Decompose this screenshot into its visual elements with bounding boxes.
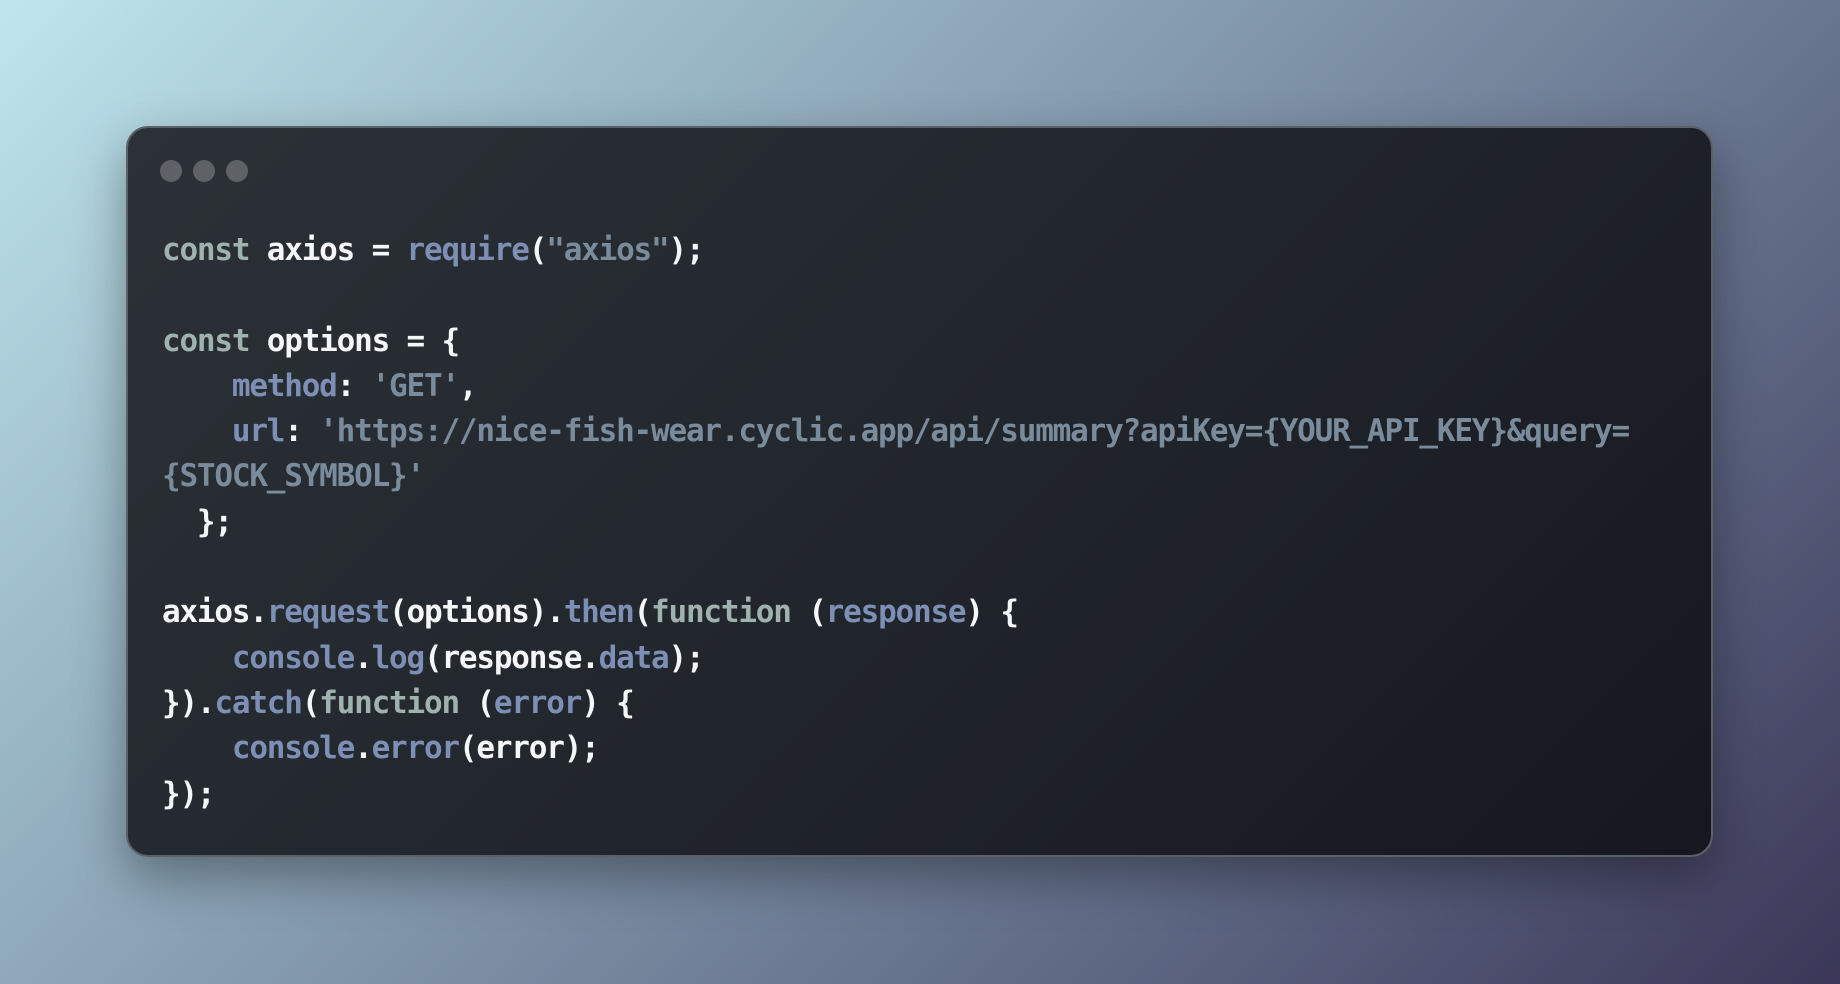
code-window: const axios = require("axios"); const op… xyxy=(126,126,1713,857)
code-token: ( xyxy=(301,684,321,721)
code-token: 'https://nice-fish-wear.cyclic.app/api/s… xyxy=(319,413,1630,450)
code-line: method: 'GET', xyxy=(162,364,1681,409)
code-token: . xyxy=(354,639,373,676)
code-token: {STOCK_SYMBOL}' xyxy=(162,458,425,495)
code-token: console xyxy=(231,639,355,676)
window-controls xyxy=(160,160,248,184)
code-token: }; xyxy=(162,503,233,540)
code-line: {STOCK_SYMBOL}' xyxy=(162,454,1681,499)
code-line: const axios = require("axios"); xyxy=(162,228,1681,273)
code-token: const xyxy=(162,322,251,359)
code-token: request xyxy=(266,594,390,631)
code-token: : xyxy=(284,413,320,450)
code-token: ) { xyxy=(581,684,635,721)
code-token: const xyxy=(162,232,251,268)
code-token: error xyxy=(371,730,461,767)
code-line: const options = { xyxy=(162,319,1681,364)
code-line: }); xyxy=(162,772,1681,817)
code-token: (options). xyxy=(389,594,565,631)
code-token: ( xyxy=(458,684,495,721)
code-token: catch xyxy=(214,684,303,721)
code-token: url xyxy=(231,413,286,450)
code-token: data xyxy=(598,639,670,676)
close-dot[interactable] xyxy=(160,160,182,182)
code-token: 'GET' xyxy=(371,367,461,404)
code-token: response xyxy=(825,594,967,631)
code-token: ( xyxy=(790,594,827,631)
code-token: ( xyxy=(633,594,653,631)
code-token: (response. xyxy=(423,639,600,676)
code-block: const axios = require("axios"); const op… xyxy=(162,228,1681,817)
code-token: , xyxy=(458,367,478,404)
code-token: options xyxy=(249,322,407,359)
code-token: console xyxy=(231,730,355,767)
code-token: then xyxy=(563,594,635,631)
code-token: require xyxy=(406,232,530,268)
code-line: console.log(response.data); xyxy=(162,636,1681,681)
code-token: ( xyxy=(528,232,548,268)
code-token: function xyxy=(319,684,460,721)
code-token: method xyxy=(231,367,338,404)
code-line: console.error(error); xyxy=(162,726,1681,771)
code-token: = { xyxy=(406,322,461,359)
code-token: (error); xyxy=(458,730,600,767)
code-token: error xyxy=(493,684,583,721)
code-token: function xyxy=(651,594,792,631)
code-token: "axios" xyxy=(546,232,669,268)
code-token: ); xyxy=(668,639,704,676)
code-token: = xyxy=(371,232,391,268)
code-token: axios xyxy=(249,232,372,268)
code-token: }). xyxy=(162,684,216,721)
code-token: log xyxy=(371,639,426,676)
maximize-dot[interactable] xyxy=(226,160,248,182)
minimize-dot[interactable] xyxy=(193,160,215,182)
code-line: axios.request(options).then(function (re… xyxy=(162,590,1681,635)
code-token: axios. xyxy=(162,594,268,631)
code-token: : xyxy=(336,367,372,404)
code-line: url: 'https://nice-fish-wear.cyclic.app/… xyxy=(162,409,1681,454)
code-line: }; xyxy=(162,500,1681,545)
code-line: }).catch(function (error) { xyxy=(162,681,1681,726)
code-token: ) { xyxy=(965,594,1019,631)
code-token: . xyxy=(354,730,373,767)
code-token: ); xyxy=(668,232,704,268)
code-token: }); xyxy=(162,775,216,812)
